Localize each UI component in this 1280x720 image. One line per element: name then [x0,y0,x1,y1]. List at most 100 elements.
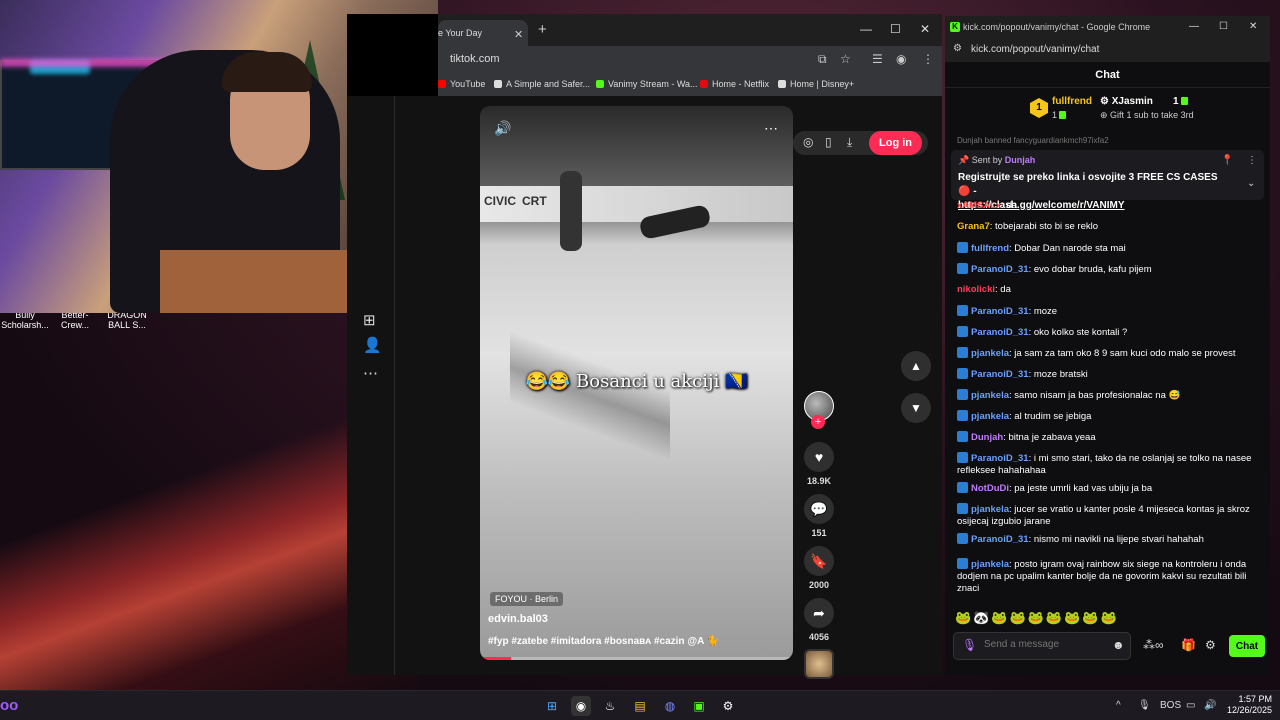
chat-username[interactable]: pjankela [971,559,1009,570]
chat-username[interactable]: pjankela [971,504,1009,515]
emote-bar[interactable]: 🐸🐼🐸🐸🐸🐸🐸🐸🐸 [955,610,1119,626]
chat-username[interactable]: ParanoiD_31 [971,264,1029,275]
gift-icon[interactable]: 🎁 [1181,638,1196,652]
tray-chevron-up-icon[interactable]: ^ [1116,700,1121,711]
chat-username[interactable]: Grana7 [957,221,990,232]
chrome-icon[interactable]: ◉ [571,696,591,716]
video-hashtags[interactable]: #fyp #zatebe #imitadora #bosnaʙᴀ #cazin … [488,636,719,647]
clock[interactable]: 1:57 PM 12/26/2025 [1222,694,1272,716]
star-icon[interactable]: ☆ [840,52,851,66]
settings-icon[interactable]: ⚙ [1205,638,1216,652]
browser-tab[interactable]: e Your Day ✕ [438,20,528,46]
close-icon[interactable]: ✕ [920,22,930,36]
mic-icon[interactable]: 🎙 [962,638,977,652]
video-player[interactable]: CIVIC CRT 🔊 ⋯ 😂😂 Bosanci u akciji 🇧🇦 FOY… [480,106,793,660]
chat-send-button[interactable]: Chat [1229,635,1265,657]
menu-icon[interactable]: ⋮ [922,52,934,66]
coin-icon[interactable]: ◎ [803,135,813,149]
device-icon[interactable]: ▯ [825,135,832,149]
bookmark-netflix[interactable]: Home - Netflix [700,79,769,89]
desktop-icon-dragon-ball[interactable]: DRAGON BALL S... [102,310,152,330]
download-icon[interactable]: ⤓ [847,135,852,150]
leader-second-name[interactable]: ⚙ XJasmin [1100,96,1153,107]
pinned-message[interactable]: 📌 Sent by Dunjah 📍 ⋮ ⌄ Registrujte se pr… [951,150,1264,211]
app-icon[interactable]: ▣ [689,696,709,716]
chat-username[interactable]: pjankela [971,411,1009,422]
video-username[interactable]: edvin.bal03 [488,613,548,625]
comment-action[interactable]: 💬 151 [802,494,836,538]
comment-icon[interactable]: 💬 [804,494,834,524]
language-indicator[interactable]: BOS [1160,700,1181,711]
music-disc[interactable] [802,649,836,679]
new-tab-button[interactable]: + [538,21,547,38]
chat-username[interactable]: fullfrend [971,243,1009,254]
chat-username[interactable]: xAMSALx [957,200,1001,211]
like-action[interactable]: ♥ 18.9K [802,442,836,486]
steam-icon[interactable]: ♨ [600,696,620,716]
upload-icon[interactable]: ⊞ [363,311,376,329]
chat-username[interactable]: ParanoiD_31 [971,369,1029,380]
share-action[interactable]: ➦ 4056 [802,598,836,642]
bookmark-icon[interactable]: 🔖 [804,546,834,576]
gift-prompt[interactable]: ⊕ Gift 1 sub to take 3rd [1100,110,1194,121]
close-icon[interactable]: ✕ [1249,21,1257,32]
chevron-down-icon[interactable]: ⌄ [1247,178,1255,189]
chat-username[interactable]: ParanoiD_31 [971,453,1029,464]
chat-username[interactable]: pjankela [971,390,1009,401]
chat-username[interactable]: ParanoiD_31 [971,327,1029,338]
bookmark-youtube[interactable]: YouTube [438,79,485,89]
discord-icon[interactable]: ◍ [660,696,680,716]
desktop-icon-better-crew[interactable]: Better-Crew... [50,310,100,330]
chat-username[interactable]: nikolicki [957,284,995,295]
address-bar[interactable]: tiktok.com ⧉ ☆ ☰ ◉ ⋮ [438,46,942,74]
minimize-icon[interactable]: — [860,22,872,36]
bookmark-vanimy-stream[interactable]: Vanimy Stream - Wa... [596,79,698,89]
video-more-icon[interactable]: ⋯ [764,120,778,137]
share-icon[interactable]: ➦ [804,598,834,628]
install-icon[interactable]: ⧉ [818,52,827,67]
start-icon[interactable]: ⊞ [542,696,562,716]
chat-message-input[interactable] [984,639,1104,650]
emoji-icon[interactable]: ☻ [1112,638,1125,652]
follow-icon[interactable]: + [811,415,825,429]
chat-url[interactable]: kick.com/popout/vanimy/chat [971,44,1099,55]
chat-input-box[interactable]: 🎙 ☻ [953,632,1131,660]
bookmark-simple-safer[interactable]: A Simple and Safer... [494,79,590,89]
location-tag[interactable]: FOYOU · Berlin [490,592,564,606]
chat-username[interactable]: ParanoiD_31 [971,306,1029,317]
chat-username[interactable]: Dunjah [971,432,1003,443]
next-video-chevron-down-icon[interactable]: ▼ [901,393,931,423]
chat-username[interactable]: ParanoiD_31 [971,534,1029,545]
chat-username[interactable]: pjankela [971,348,1009,359]
url-text[interactable]: tiktok.com [450,53,500,65]
site-info-icon[interactable]: ⚙ [953,43,962,54]
folder-icon[interactable]: ▤ [630,696,650,716]
creator-avatar[interactable]: + [802,391,836,429]
profile-icon[interactable]: ◉ [896,52,906,66]
network-icon[interactable]: ▭ [1186,700,1195,711]
settings-gear-icon[interactable]: ⚙ [718,696,738,716]
tab-close-icon[interactable]: ✕ [514,28,523,41]
maximize-icon[interactable]: ☐ [890,22,901,36]
desktop-icon-bully[interactable]: Bully Scholarsh... [0,310,50,330]
pinned-more-icon[interactable]: ⋮ [1247,155,1257,166]
leader-first-name[interactable]: fullfrend [1052,96,1092,107]
chat-username[interactable]: NotDuDi [971,483,1009,494]
mic-tray-icon[interactable]: 🎙 [1138,700,1151,711]
volume-tray-icon[interactable]: 🔊 [1204,700,1216,711]
save-action[interactable]: 🔖 2000 [802,546,836,590]
chat-address-bar[interactable]: ⚙ kick.com/popout/vanimy/chat [945,40,1270,62]
minimize-icon[interactable]: — [1189,21,1199,32]
login-button[interactable]: Log in [869,131,922,155]
media-icon[interactable]: ☰ [872,52,883,66]
pin-icon[interactable]: 📍 [1221,155,1233,166]
prev-video-chevron-up-icon[interactable]: ▲ [901,351,931,381]
infinity-icon[interactable]: ⁂∞ [1143,638,1164,652]
maximize-icon[interactable]: ☐ [1219,21,1228,32]
bookmark-disney[interactable]: Home | Disney+ [778,79,854,89]
profile-icon[interactable]: 👤 [363,336,382,354]
video-progress[interactable] [480,657,793,660]
heart-icon[interactable]: ♥ [804,442,834,472]
volume-icon[interactable]: 🔊 [494,120,511,137]
more-icon[interactable]: ⋯ [363,364,378,382]
